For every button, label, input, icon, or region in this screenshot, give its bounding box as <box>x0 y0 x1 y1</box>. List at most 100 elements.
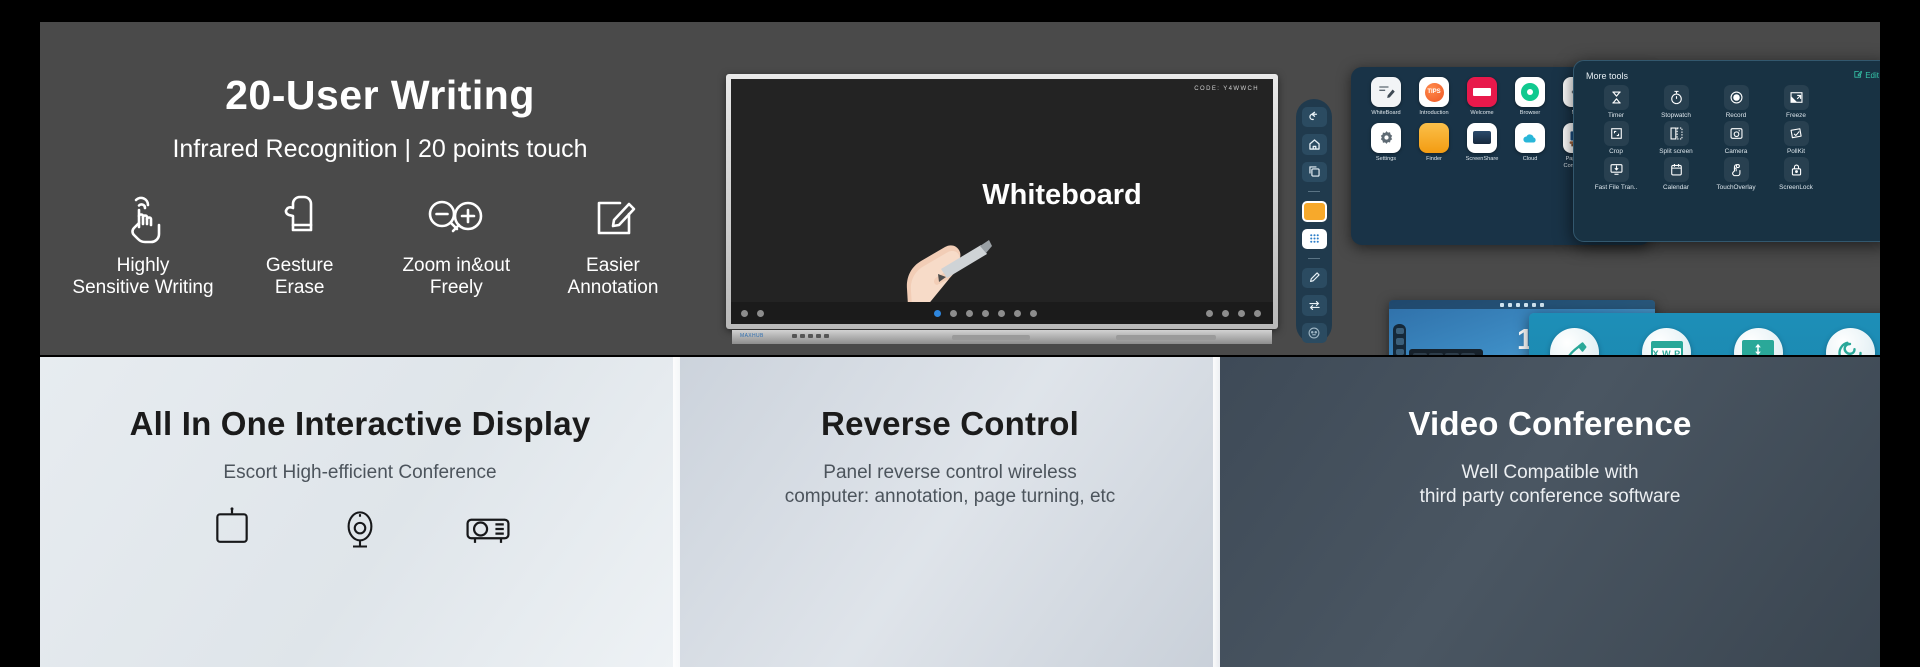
quick-app-finder[interactable]: X W P Finder <box>1627 328 1707 355</box>
page-root: 20-User Writing Infrared Recognition | 2… <box>0 0 1920 667</box>
home-apps-popup-grid[interactable] <box>1412 352 1480 355</box>
edit-button[interactable]: Edit <box>1853 70 1879 81</box>
toolbar-layers-icon[interactable] <box>1029 309 1037 317</box>
whiteboard-app-icon <box>1371 77 1401 107</box>
quick-app-screen-share[interactable]: Screen Share <box>1718 328 1798 355</box>
record-dot-icon <box>1723 85 1749 110</box>
app-tile-settings[interactable]: Settings <box>1363 122 1409 170</box>
toolbar-pen-icon[interactable] <box>933 309 941 317</box>
finder-format-badge: X W P <box>1652 347 1681 355</box>
tool-timer[interactable]: Timer <box>1586 85 1646 119</box>
app-tile-finder[interactable]: Finder <box>1411 122 1457 170</box>
tool-label: Timer <box>1607 112 1625 119</box>
tool-stopwatch[interactable]: Stopwatch <box>1646 85 1706 119</box>
back-icon[interactable] <box>1301 107 1327 128</box>
toolbar-share-icon[interactable] <box>1222 309 1229 317</box>
quick-app-whiteboard[interactable]: Whiteboard <box>1535 328 1615 355</box>
tool-label: Fast File Tran.. <box>1594 184 1638 191</box>
home-side-dock[interactable] <box>1393 324 1406 355</box>
whiteboard-code-label: CODE: Y4WWCH <box>1194 86 1259 92</box>
home-apps-popup[interactable] <box>1409 349 1483 355</box>
mitten-glove-icon <box>225 187 375 249</box>
feature-label: Gesture Erase <box>265 255 334 298</box>
app-grid-icon[interactable] <box>1301 228 1327 249</box>
feature-item-zoom-in-out: Zoom in&out Freely <box>381 187 531 299</box>
banner-text-block: 20-User Writing Infrared Recognition | 2… <box>40 22 720 355</box>
stand-ports <box>792 334 829 338</box>
tool-split-screen[interactable]: Split screen <box>1646 121 1706 155</box>
pollkit-icon <box>1783 121 1809 146</box>
floating-side-toolbar[interactable] <box>1296 99 1332 343</box>
home-icon[interactable] <box>1301 134 1327 155</box>
card-title: Reverse Control <box>821 405 1079 442</box>
app-tile-introduction[interactable]: TIPS Introduction <box>1411 77 1457 117</box>
quick-apps-panel[interactable]: Whiteboard X W P Finder <box>1529 313 1880 355</box>
feature-item-easier-annotation: Easier Annotation <box>538 187 688 299</box>
feature-label: Zoom in&out Freely <box>402 255 511 298</box>
card-title: Video Conference <box>1408 405 1692 442</box>
toolbar-divider-top <box>1304 189 1324 194</box>
card-divider-2 <box>1213 357 1220 667</box>
screen-share-icon <box>1733 328 1783 355</box>
toolbar-undo-icon[interactable] <box>757 309 764 317</box>
tool-fast-file-transfer[interactable]: Fast File Tran.. <box>1586 157 1646 191</box>
annotation-pen-icon[interactable] <box>1301 267 1327 289</box>
home-status-bar <box>1389 300 1655 309</box>
tool-label: Freeze <box>1786 112 1806 119</box>
source-switch-icon[interactable] <box>1301 295 1327 316</box>
card-title: All In One Interactive Display <box>129 405 591 442</box>
tool-crop[interactable]: Crop <box>1586 121 1646 155</box>
app-label: Settings <box>1375 155 1397 162</box>
tool-label: TouchOverlay <box>1716 184 1756 191</box>
whiteboard-pen-icon <box>1550 328 1600 355</box>
toolbar-right-group[interactable] <box>1206 309 1261 317</box>
toolbar-close-icon[interactable] <box>1254 309 1261 317</box>
toolbar-center-group[interactable] <box>933 309 1037 317</box>
settings-app-icon <box>1371 122 1401 153</box>
tool-freeze[interactable]: Freeze <box>1766 85 1826 119</box>
tool-label: Stopwatch <box>1661 112 1691 119</box>
app-label: Cloud <box>1522 155 1538 162</box>
split-screen-icon <box>1663 121 1689 146</box>
cloud-app-icon <box>1515 122 1545 153</box>
tool-calendar[interactable]: Calendar <box>1646 157 1706 191</box>
toolbar-grid-icon[interactable] <box>1013 309 1021 317</box>
toolbar-menu-icon[interactable] <box>741 309 748 317</box>
stand-speaker-left <box>952 335 1030 340</box>
tool-touch-overlay[interactable]: TouchOverlay <box>1706 157 1766 191</box>
tool-camera[interactable]: Camera <box>1706 121 1766 155</box>
toolbar-add-page-icon[interactable] <box>1238 309 1245 317</box>
whiteboard-toolbar[interactable] <box>731 302 1273 324</box>
quick-app-browser[interactable]: Browser <box>1810 328 1880 355</box>
feature-label: Easier Annotation <box>567 255 659 298</box>
finder-app-icon <box>1419 122 1449 153</box>
toolbar-eraser-icon[interactable] <box>949 309 957 317</box>
app-tile-screenshare[interactable]: ScreenShare <box>1459 122 1505 170</box>
toolbar-save-icon[interactable] <box>1206 309 1213 317</box>
more-tools-panel[interactable]: More tools Edit Timer Stopwatch Record F… <box>1573 60 1880 242</box>
calendar-icon <box>1663 157 1689 182</box>
tool-label: Split screen <box>1659 148 1693 155</box>
app-label: Welcome <box>1470 110 1494 116</box>
toolbar-select-icon[interactable] <box>981 309 989 317</box>
card-subtitle: Escort High-efficient Conference <box>223 462 497 483</box>
stopwatch-icon <box>1663 85 1689 110</box>
recent-tasks-icon[interactable] <box>1301 161 1327 183</box>
toolbar-left-group[interactable] <box>741 309 764 317</box>
apps-orange-icon[interactable] <box>1301 201 1327 222</box>
app-tile-whiteboard[interactable]: WhiteBoard <box>1363 77 1409 117</box>
more-tools-grid[interactable]: Timer Stopwatch Record Freeze Crop Split… <box>1586 85 1879 193</box>
feature-cards: All In One Interactive Display Escort Hi… <box>40 357 1880 667</box>
card-icon-row <box>40 503 680 555</box>
tool-screen-lock[interactable]: ScreenLock <box>1766 157 1826 191</box>
app-tile-cloud[interactable]: Cloud <box>1507 122 1553 170</box>
tool-record[interactable]: Record <box>1706 85 1766 119</box>
more-tools-title: More tools <box>1586 70 1629 81</box>
card-subtitle: Panel reverse control wireless computer:… <box>784 462 1116 507</box>
more-menu-icon[interactable] <box>1301 322 1327 343</box>
app-tile-welcome[interactable]: Welcome <box>1459 77 1505 117</box>
tool-pollkit[interactable]: PollKit <box>1766 121 1826 155</box>
toolbar-shape-icon[interactable] <box>965 309 973 317</box>
app-tile-browser[interactable]: Browser <box>1507 77 1553 117</box>
toolbar-insert-icon[interactable] <box>997 309 1005 317</box>
